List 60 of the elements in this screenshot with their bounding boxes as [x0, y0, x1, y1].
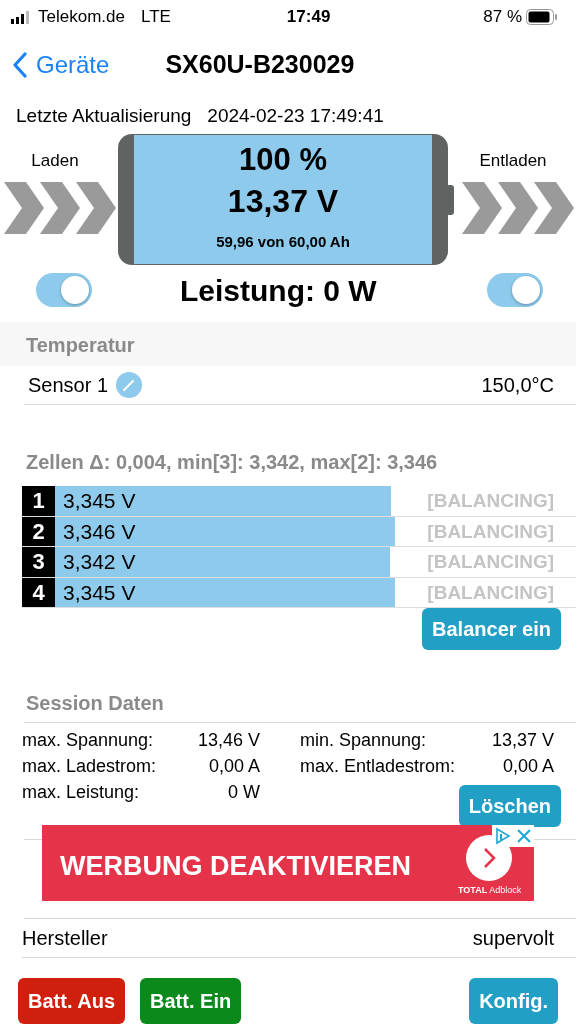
- cell-voltage: 3,345 V: [63, 488, 136, 514]
- charge-label: Laden: [31, 150, 79, 172]
- ad-text: WERBUNG DEAKTIVIEREN: [60, 850, 411, 883]
- cell-voltage: 3,345 V: [63, 579, 136, 606]
- capacity-text: 59,96 von 60,00 Ah: [215, 231, 351, 251]
- sensor-name: Sensor 1: [28, 373, 109, 398]
- discharge-label: Entladen: [479, 150, 547, 172]
- stat-label: max. Ladestrom:: [22, 755, 158, 778]
- signal-icon: [10, 10, 30, 24]
- battery-icon: [526, 9, 558, 25]
- info-label: Hersteller: [22, 926, 108, 951]
- close-icon[interactable]: [515, 828, 532, 844]
- ad-brand: TOTAL Adblock: [458, 884, 522, 897]
- power-reading: Leistung: 0 W: [180, 272, 377, 309]
- footer-button[interactable]: Batt. Ein: [140, 978, 242, 1024]
- cell-number: 3: [22, 547, 55, 577]
- cell-number: 1: [22, 486, 55, 516]
- toggle-switch[interactable]: [487, 273, 543, 307]
- back-chevron-icon: [12, 52, 28, 78]
- stat-label: max. Leistung:: [22, 781, 141, 804]
- stat-value: 0,00 A: [207, 755, 260, 778]
- cell-voltage: 3,346 V: [63, 518, 136, 545]
- info-value: supervolt: [472, 926, 554, 951]
- edit-icon[interactable]: [116, 372, 143, 398]
- battery-percent: 87 %: [483, 6, 522, 29]
- balancing-status: [BALANCING]: [427, 550, 554, 574]
- stat-label: max. Entladestrom:: [299, 755, 457, 778]
- footer-button[interactable]: Batt. Aus: [18, 978, 126, 1024]
- temperature-value: 150,0°C: [481, 373, 554, 398]
- stat-value: 0 W: [227, 781, 260, 804]
- section-header: Session Daten: [25, 691, 165, 716]
- balancing-status: [BALANCING]: [427, 489, 554, 513]
- stat-value: 13,37 V: [490, 729, 554, 752]
- carrier-name: Telekom.de: [38, 6, 125, 29]
- ad-info-icon[interactable]: [494, 827, 511, 845]
- battery-voltage: 13,37 V: [226, 182, 340, 221]
- stat-label: min. Spannung:: [299, 729, 428, 752]
- update-label: Letzte Aktualisierung: [16, 104, 192, 128]
- stat-value: 13,46 V: [196, 729, 260, 752]
- status-time: 17:49: [286, 6, 331, 29]
- clear-button[interactable]: Löschen: [458, 785, 561, 827]
- stat-label: max. Spannung:: [22, 729, 155, 752]
- balancer-button[interactable]: Balancer ein: [422, 608, 561, 650]
- cell-number: 4: [22, 577, 55, 607]
- stat-value: 0,00 A: [501, 755, 554, 778]
- balancing-status: [BALANCING]: [427, 580, 554, 605]
- battery-terminal: [448, 184, 454, 215]
- cell-voltage: 3,342 V: [63, 549, 136, 575]
- update-timestamp: 2024-02-23 17:49:41: [207, 104, 384, 128]
- footer-button[interactable]: Konfig.: [469, 978, 558, 1024]
- charge-percent: 100 %: [238, 141, 328, 179]
- screen-title: SX60U-B230029: [165, 49, 355, 81]
- ad-banner[interactable]: WERBUNG DEAKTIVIEREN TOTAL Adblock: [42, 825, 534, 901]
- toggle-switch[interactable]: [36, 273, 92, 307]
- cell-number: 2: [22, 516, 55, 546]
- section-header: Temperatur: [0, 322, 576, 366]
- back-button[interactable]: Geräte: [0, 47, 110, 83]
- balancing-status: [BALANCING]: [427, 519, 554, 544]
- network-type: LTE: [140, 6, 171, 29]
- cells-header: Zellen Δ: 0,004, min[3]: 3,342, max[2]: 3,346: [25, 450, 439, 475]
